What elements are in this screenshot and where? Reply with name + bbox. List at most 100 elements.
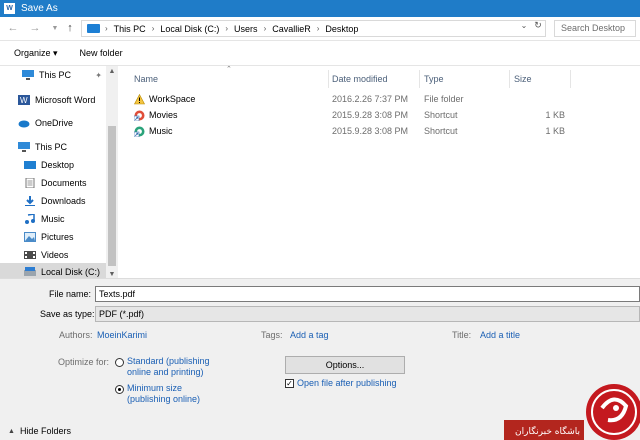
word-icon: W — [18, 95, 30, 105]
navigation-pane: This PC ✦ W Microsoft Word OneDrive This… — [0, 65, 118, 281]
breadcrumb-separator-icon[interactable]: › — [105, 24, 108, 33]
new-folder-button[interactable]: New folder — [74, 46, 129, 60]
sidebar-item-label: Downloads — [41, 196, 86, 206]
sidebar-item-onedrive[interactable]: OneDrive — [0, 114, 106, 132]
authors-label: Authors: — [59, 330, 93, 340]
optimize-for-label: Optimize for: — [58, 357, 110, 367]
breadcrumb-users[interactable]: Users — [234, 24, 258, 34]
scroll-up-icon[interactable]: ▲ — [106, 66, 118, 76]
monitor-icon — [22, 70, 34, 80]
sidebar-item-downloads[interactable]: Downloads — [0, 192, 106, 210]
add-title-link[interactable]: Add a title — [480, 330, 520, 340]
add-tag-link[interactable]: Add a tag — [290, 330, 329, 340]
column-header-size[interactable]: Size — [514, 70, 570, 88]
sidebar-item-desktop[interactable]: Desktop — [0, 156, 106, 174]
breadcrumb-separator-icon[interactable]: › — [264, 24, 267, 33]
forward-arrow-icon[interactable]: → — [28, 21, 42, 35]
organize-button[interactable]: Organize ▾ — [8, 46, 64, 61]
sidebar-item-label: Documents — [41, 178, 87, 188]
sidebar-item-label: Microsoft Word — [35, 95, 96, 105]
save-type-label: Save as type: — [40, 309, 95, 319]
sidebar-item-label: Local Disk (C:) — [41, 267, 101, 277]
videos-icon — [24, 251, 36, 259]
shortcut-icon — [134, 126, 145, 137]
file-name-cell: WorkSpace — [134, 91, 195, 107]
sidebar-item-microsoft-word[interactable]: W Microsoft Word — [0, 91, 106, 109]
column-header-name[interactable]: Name — [134, 70, 328, 88]
sidebar-item-this-pc[interactable]: This PC — [0, 138, 106, 156]
title-bar: W Save As — [0, 0, 640, 17]
pin-icon[interactable]: ✦ — [95, 71, 102, 80]
breadcrumb-user[interactable]: CavallieR — [272, 24, 311, 34]
file-row-workspace[interactable]: WorkSpace 2016.2.26 7:37 PM File folder — [118, 91, 640, 107]
sidebar-item-pictures[interactable]: Pictures — [0, 228, 106, 246]
file-type: Shortcut — [424, 110, 458, 120]
breadcrumb-desktop[interactable]: Desktop — [325, 24, 358, 34]
sidebar-item-label: Desktop — [41, 160, 75, 170]
column-divider[interactable] — [328, 70, 329, 88]
column-divider[interactable] — [570, 70, 571, 88]
file-row-movies[interactable]: Movies 2015.9.28 3:08 PM Shortcut 1 KB — [118, 107, 640, 123]
news-logo-watermark: باشگاه خبرنگاران — [504, 384, 640, 440]
pictures-icon — [24, 232, 36, 242]
hide-folders-button[interactable]: ▲ Hide Folders — [8, 426, 71, 436]
address-bar[interactable]: › This PC › Local Disk (C:) › Users › Ca… — [81, 20, 546, 37]
scrollbar-thumb[interactable] — [108, 126, 116, 266]
file-name-input[interactable]: Texts.pdf — [95, 286, 640, 302]
recent-dropdown-icon[interactable]: ▼ — [48, 21, 62, 35]
file-row-music[interactable]: Music 2015.9.28 3:08 PM Shortcut 1 KB — [118, 123, 640, 139]
sidebar-scrollbar[interactable]: ▲ ▼ — [106, 66, 118, 279]
file-size — [505, 91, 565, 107]
sidebar-item-label: Videos — [41, 250, 69, 260]
file-date: 2016.2.26 7:37 PM — [332, 94, 409, 104]
refresh-icon[interactable]: ↻ — [532, 20, 544, 31]
column-header-type[interactable]: Type — [424, 70, 510, 88]
up-arrow-icon[interactable]: ↑ — [63, 21, 77, 35]
command-bar: Organize ▾ New folder — [0, 41, 640, 65]
breadcrumb-this-pc[interactable]: This PC — [114, 24, 146, 34]
file-name-label: File name: — [49, 289, 92, 299]
warning-icon — [134, 93, 145, 104]
file-list: ⌃ Name Date modified Type Size WorkSpace… — [118, 65, 640, 278]
optimize-standard-radio[interactable] — [115, 358, 124, 367]
optimize-minimum-label[interactable]: Minimum size (publishing online) — [127, 383, 200, 405]
sidebar-item-label: This PC — [35, 142, 68, 152]
back-arrow-icon[interactable]: ← — [6, 21, 20, 35]
chevron-up-icon: ▲ — [8, 427, 15, 435]
desktop-icon — [24, 161, 36, 169]
sidebar-item-videos[interactable]: Videos — [0, 246, 106, 264]
radio-label-line: (publishing online) — [127, 394, 201, 404]
sidebar-item-label: Music — [41, 214, 65, 224]
cloud-icon — [18, 120, 30, 128]
file-name: WorkSpace — [149, 94, 196, 104]
sidebar-item-music[interactable]: Music — [0, 210, 106, 228]
sidebar-item-documents[interactable]: Documents — [0, 174, 106, 192]
column-divider[interactable] — [419, 70, 420, 88]
file-name-cell: Music — [134, 123, 173, 139]
search-input[interactable]: Search Desktop — [554, 20, 636, 37]
column-divider[interactable] — [509, 70, 510, 88]
authors-value[interactable]: MoeinKarimi — [97, 330, 147, 340]
breadcrumb-separator-icon[interactable]: › — [152, 24, 155, 33]
sidebar-item-this-pc-quick[interactable]: This PC ✦ — [0, 66, 106, 84]
word-app-icon: W — [4, 3, 15, 14]
download-icon — [25, 196, 35, 206]
open-after-publish-checkbox[interactable]: ✓ — [285, 379, 294, 388]
options-button[interactable]: Options... — [285, 356, 405, 374]
breadcrumb-separator-icon[interactable]: › — [225, 24, 228, 33]
column-header-date[interactable]: Date modified — [332, 70, 420, 88]
file-type: File folder — [424, 94, 464, 104]
address-row: ← → ▼ ↑ › This PC › Local Disk (C:) › Us… — [0, 17, 640, 41]
open-after-publish-label[interactable]: Open file after publishing — [297, 378, 397, 388]
svg-text:W: W — [20, 96, 28, 105]
window-title: Save As — [21, 3, 58, 14]
breadcrumb-local-disk[interactable]: Local Disk (C:) — [160, 24, 219, 34]
address-dropdown-icon[interactable]: ⌄ — [518, 20, 530, 31]
optimize-standard-label[interactable]: Standard (publishing online and printing… — [127, 356, 210, 378]
tags-label: Tags: — [261, 330, 283, 340]
breadcrumb-separator-icon[interactable]: › — [317, 24, 320, 33]
file-size: 1 KB — [545, 110, 565, 120]
save-type-select[interactable]: PDF (*.pdf) — [95, 306, 640, 322]
file-name-cell: Movies — [134, 107, 178, 123]
optimize-minimum-radio[interactable] — [115, 385, 124, 394]
